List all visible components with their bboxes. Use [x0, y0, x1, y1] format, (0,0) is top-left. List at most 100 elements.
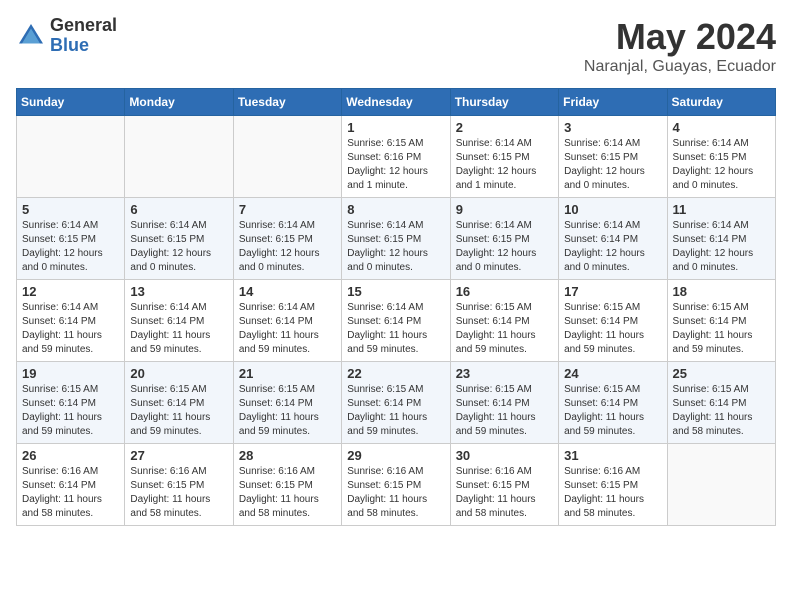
day-info: Sunrise: 6:16 AM Sunset: 6:15 PM Dayligh… [130, 465, 227, 521]
day-number: 19 [22, 366, 119, 381]
week-row-4: 19 Sunrise: 6:15 AM Sunset: 6:14 PM Dayli… [17, 362, 776, 444]
day-info: Sunrise: 6:15 AM Sunset: 6:14 PM Dayligh… [130, 383, 227, 439]
day-number: 15 [347, 284, 444, 299]
logo-blue-text: Blue [50, 36, 117, 56]
day-number: 4 [673, 120, 770, 135]
day-info: Sunrise: 6:14 AM Sunset: 6:15 PM Dayligh… [239, 219, 336, 275]
day-header-saturday: Saturday [667, 89, 775, 116]
day-cell-11: 11 Sunrise: 6:14 AM Sunset: 6:14 PM Dayli… [667, 198, 775, 280]
day-cell-8: 8Sunrise: 6:14 AM Sunset: 6:15 PM Daylig… [342, 198, 450, 280]
day-info: Sunrise: 6:15 AM Sunset: 6:14 PM Dayligh… [347, 383, 444, 439]
location-title: Naranjal, Guayas, Ecuador [584, 58, 776, 76]
calendar-table: SundayMondayTuesdayWednesdayThursdayFrid… [16, 88, 776, 526]
day-info: Sunrise: 6:16 AM Sunset: 6:15 PM Dayligh… [239, 465, 336, 521]
logo: General Blue [16, 16, 117, 56]
day-info: Sunrise: 6:14 AM Sunset: 6:14 PM Dayligh… [239, 301, 336, 357]
week-row-3: 12Sunrise: 6:14 AM Sunset: 6:14 PM Dayli… [17, 280, 776, 362]
day-info: Sunrise: 6:15 AM Sunset: 6:14 PM Dayligh… [564, 383, 661, 439]
day-number: 14 [239, 284, 336, 299]
day-number: 11 [673, 202, 770, 217]
day-header-sunday: Sunday [17, 89, 125, 116]
day-cell-29: 29 Sunrise: 6:16 AM Sunset: 6:15 PM Dayli… [342, 444, 450, 526]
day-info: Sunrise: 6:14 AM Sunset: 6:14 PM Dayligh… [22, 301, 119, 357]
day-number: 6 [130, 202, 227, 217]
day-number: 26 [22, 448, 119, 463]
day-cell-13: 13 Sunrise: 6:14 AM Sunset: 6:14 PM Dayli… [125, 280, 233, 362]
day-cell-6: 6Sunrise: 6:14 AM Sunset: 6:15 PM Daylig… [125, 198, 233, 280]
day-cell-4: 4 Sunrise: 6:14 AM Sunset: 6:15 PM Daylig… [667, 116, 775, 198]
day-cell-14: 14 Sunrise: 6:14 AM Sunset: 6:14 PM Dayli… [233, 280, 341, 362]
day-cell-12: 12Sunrise: 6:14 AM Sunset: 6:14 PM Dayli… [17, 280, 125, 362]
day-number: 20 [130, 366, 227, 381]
day-number: 31 [564, 448, 661, 463]
day-number: 18 [673, 284, 770, 299]
day-info: Sunrise: 6:16 AM Sunset: 6:14 PM Dayligh… [22, 465, 119, 521]
day-info: Sunrise: 6:14 AM Sunset: 6:15 PM Dayligh… [22, 219, 119, 275]
day-cell-25: 25 Sunrise: 6:15 AM Sunset: 6:14 PM Dayli… [667, 362, 775, 444]
empty-cell [125, 116, 233, 198]
day-header-friday: Friday [559, 89, 667, 116]
day-info: Sunrise: 6:15 AM Sunset: 6:14 PM Dayligh… [239, 383, 336, 439]
day-cell-26: 26 Sunrise: 6:16 AM Sunset: 6:14 PM Dayli… [17, 444, 125, 526]
day-number: 13 [130, 284, 227, 299]
day-cell-23: 23Sunrise: 6:15 AM Sunset: 6:14 PM Dayli… [450, 362, 558, 444]
header-row: SundayMondayTuesdayWednesdayThursdayFrid… [17, 89, 776, 116]
day-header-thursday: Thursday [450, 89, 558, 116]
day-info: Sunrise: 6:15 AM Sunset: 6:14 PM Dayligh… [456, 301, 553, 357]
empty-cell [17, 116, 125, 198]
day-cell-5: 5Sunrise: 6:14 AM Sunset: 6:15 PM Daylig… [17, 198, 125, 280]
day-number: 25 [673, 366, 770, 381]
day-number: 16 [456, 284, 553, 299]
day-info: Sunrise: 6:14 AM Sunset: 6:15 PM Dayligh… [456, 219, 553, 275]
logo-icon [16, 21, 46, 51]
day-info: Sunrise: 6:16 AM Sunset: 6:15 PM Dayligh… [456, 465, 553, 521]
day-info: Sunrise: 6:15 AM Sunset: 6:16 PM Dayligh… [347, 137, 444, 193]
title-block: May 2024 Naranjal, Guayas, Ecuador [584, 16, 776, 76]
day-number: 2 [456, 120, 553, 135]
day-number: 21 [239, 366, 336, 381]
day-info: Sunrise: 6:15 AM Sunset: 6:14 PM Dayligh… [673, 301, 770, 357]
day-number: 3 [564, 120, 661, 135]
day-cell-21: 21 Sunrise: 6:15 AM Sunset: 6:14 PM Dayli… [233, 362, 341, 444]
day-info: Sunrise: 6:16 AM Sunset: 6:15 PM Dayligh… [347, 465, 444, 521]
day-header-monday: Monday [125, 89, 233, 116]
day-info: Sunrise: 6:14 AM Sunset: 6:15 PM Dayligh… [564, 137, 661, 193]
day-cell-15: 15Sunrise: 6:14 AM Sunset: 6:14 PM Dayli… [342, 280, 450, 362]
day-number: 9 [456, 202, 553, 217]
day-info: Sunrise: 6:15 AM Sunset: 6:14 PM Dayligh… [673, 383, 770, 439]
day-number: 17 [564, 284, 661, 299]
day-number: 10 [564, 202, 661, 217]
day-header-wednesday: Wednesday [342, 89, 450, 116]
month-title: May 2024 [584, 16, 776, 58]
day-cell-31: 31Sunrise: 6:16 AM Sunset: 6:15 PM Dayli… [559, 444, 667, 526]
empty-cell [667, 444, 775, 526]
day-info: Sunrise: 6:15 AM Sunset: 6:14 PM Dayligh… [564, 301, 661, 357]
day-cell-20: 20 Sunrise: 6:15 AM Sunset: 6:14 PM Dayli… [125, 362, 233, 444]
day-cell-9: 9 Sunrise: 6:14 AM Sunset: 6:15 PM Daylig… [450, 198, 558, 280]
day-cell-19: 19 Sunrise: 6:15 AM Sunset: 6:14 PM Dayli… [17, 362, 125, 444]
day-number: 30 [456, 448, 553, 463]
empty-cell [233, 116, 341, 198]
day-number: 23 [456, 366, 553, 381]
day-number: 28 [239, 448, 336, 463]
day-info: Sunrise: 6:14 AM Sunset: 6:15 PM Dayligh… [347, 219, 444, 275]
day-cell-17: 17 Sunrise: 6:15 AM Sunset: 6:14 PM Dayli… [559, 280, 667, 362]
day-cell-22: 22Sunrise: 6:15 AM Sunset: 6:14 PM Dayli… [342, 362, 450, 444]
logo-text: General Blue [50, 16, 117, 56]
day-info: Sunrise: 6:14 AM Sunset: 6:15 PM Dayligh… [456, 137, 553, 193]
day-cell-3: 3 Sunrise: 6:14 AM Sunset: 6:15 PM Daylig… [559, 116, 667, 198]
page-header: General Blue May 2024 Naranjal, Guayas, … [16, 16, 776, 76]
day-info: Sunrise: 6:15 AM Sunset: 6:14 PM Dayligh… [22, 383, 119, 439]
logo-general-text: General [50, 16, 117, 36]
day-info: Sunrise: 6:14 AM Sunset: 6:14 PM Dayligh… [130, 301, 227, 357]
day-number: 1 [347, 120, 444, 135]
day-info: Sunrise: 6:14 AM Sunset: 6:15 PM Dayligh… [673, 137, 770, 193]
day-number: 24 [564, 366, 661, 381]
day-info: Sunrise: 6:14 AM Sunset: 6:14 PM Dayligh… [673, 219, 770, 275]
day-number: 7 [239, 202, 336, 217]
day-number: 29 [347, 448, 444, 463]
day-number: 27 [130, 448, 227, 463]
day-cell-16: 16 Sunrise: 6:15 AM Sunset: 6:14 PM Dayli… [450, 280, 558, 362]
day-cell-28: 28 Sunrise: 6:16 AM Sunset: 6:15 PM Dayli… [233, 444, 341, 526]
week-row-2: 5Sunrise: 6:14 AM Sunset: 6:15 PM Daylig… [17, 198, 776, 280]
